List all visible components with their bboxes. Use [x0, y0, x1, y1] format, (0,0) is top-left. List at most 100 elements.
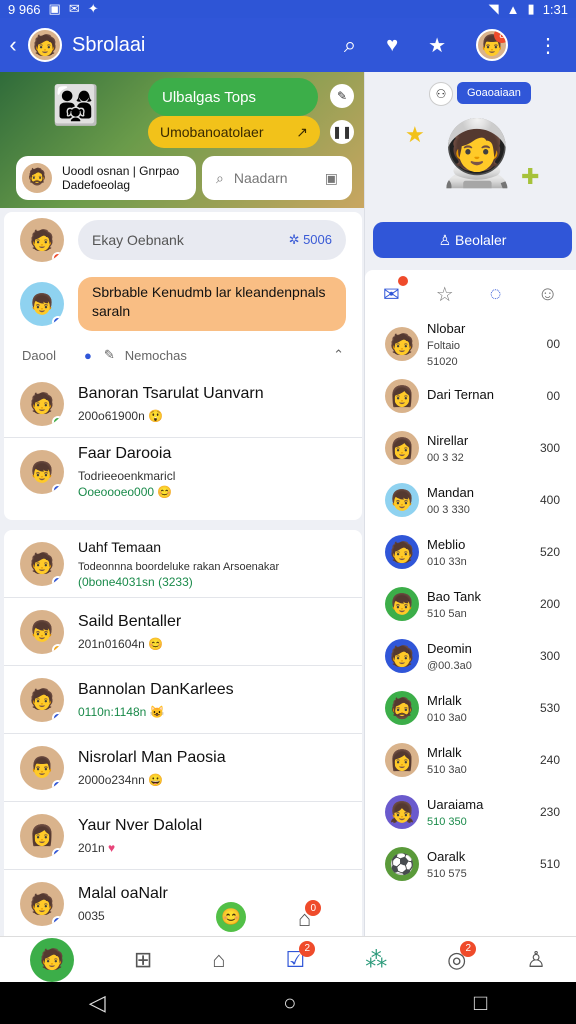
- send-action-label: 5006: [303, 232, 332, 247]
- heart-icon[interactable]: ♥: [386, 34, 398, 57]
- recents-square-icon[interactable]: □: [474, 990, 487, 1016]
- contact-name: Bannolan DanKarlees: [78, 680, 234, 698]
- face-icon: 🧑: [39, 949, 65, 971]
- contact-name: Uahf Temaan: [78, 538, 162, 555]
- back-triangle-icon[interactable]: ◁: [89, 990, 106, 1016]
- battery-icon: ▮: [527, 1, 535, 16]
- friend-avatar: 👧: [385, 795, 419, 829]
- friend-row[interactable]: 👧 Uaraiama 510 350 230: [365, 786, 576, 838]
- friend-count: 520: [539, 545, 560, 559]
- back-button[interactable]: ‹: [2, 32, 24, 58]
- friend-row[interactable]: 🧑 Meblio 010 33n 520: [365, 526, 576, 578]
- nav-badge: 2: [299, 940, 316, 957]
- tab-chat-icon[interactable]: ◌: [490, 283, 502, 306]
- emoji-icon: 😊: [157, 485, 173, 499]
- friend-count: 300: [539, 441, 560, 455]
- chevron-up-icon[interactable]: ⌃: [333, 347, 344, 363]
- list-item[interactable]: 👩 Yaur Nver Dalolal 201n ♥: [4, 802, 362, 870]
- friend-count: 300: [539, 649, 560, 663]
- tab-star-icon[interactable]: ☆: [436, 282, 454, 307]
- face-icon: 🧑: [389, 541, 415, 564]
- target-icon[interactable]: ◎ 2: [447, 940, 477, 973]
- right-panel: ⚇ Goaoaiaan 🧑‍🚀 ★ ✚ ♙ Beolaler ✉ ☆ ◌ ☺ 🧑…: [364, 72, 576, 936]
- filter-icon[interactable]: ⚇: [429, 82, 453, 106]
- friend-sub: 510 5an: [427, 607, 467, 620]
- person-icon[interactable]: ♙: [526, 947, 546, 973]
- emoji-fab-icon[interactable]: 😊: [216, 902, 246, 932]
- friend-row[interactable]: 🧔 Mrlalk 010 3a0 530: [365, 682, 576, 734]
- star-icon[interactable]: ★: [428, 33, 446, 58]
- list-item[interactable]: 👦 Saild Bentaller 201n01604n 😊: [4, 598, 362, 666]
- message-placeholder: Ekay Oebnank: [92, 232, 184, 248]
- card-line2: Dadefoeolag: [62, 178, 131, 192]
- list-item[interactable]: 🧑 Uahf Temaan Todeonnna boordeluke rakan …: [4, 530, 362, 598]
- section-label-2: Nemochas: [124, 347, 187, 363]
- contact-tag-text: Ooeoooeo000: [78, 485, 155, 499]
- contact-name: Nisrolarl Man Paosia: [78, 748, 226, 766]
- friend-row[interactable]: 👦 Mandan 00 3 330 400: [365, 474, 576, 526]
- contact-avatar: 👦: [20, 450, 64, 494]
- pin-icon[interactable]: ✎: [330, 84, 354, 108]
- system-nav: ◁ ○ □: [0, 982, 576, 1024]
- notif-badge: 8: [494, 31, 506, 43]
- list-item[interactable]: 🧑 Bannolan DanKarlees 0110n:1148n 😺: [4, 666, 362, 734]
- friend-name: Meblio: [427, 536, 466, 552]
- face-icon: 🧑: [389, 645, 415, 668]
- banner-pill-action[interactable]: Umobanoatolaer ↗: [148, 116, 320, 148]
- profile-avatar[interactable]: 👨 8: [476, 29, 508, 61]
- heart-icon: ♥: [108, 840, 116, 855]
- list-item[interactable]: 🧑 Malal oaNalr 0035 😊 ⌂ 0: [4, 870, 362, 936]
- status-dot: [52, 316, 64, 326]
- chat-card: 🧑 Ekay Oebnank ✲ 5006 👦 Sbrbable Kenudmb …: [4, 212, 362, 520]
- more-icon[interactable]: ⋮: [538, 33, 558, 58]
- banner-info-card[interactable]: 🧔 Uoodl osnan | Gnrpao Dadefoeolag: [16, 156, 196, 200]
- friend-count: 530: [539, 701, 560, 715]
- friend-row[interactable]: 👩 Mrlalk 510 3a0 240: [365, 734, 576, 786]
- chat-avatar[interactable]: 🧑: [20, 218, 64, 262]
- list-item[interactable]: 👦 Faar Darooia Todrieeoenkmaricl Ooeoooeo0…: [4, 438, 362, 506]
- nav-profile-avatar[interactable]: 🧑: [29, 937, 74, 982]
- contact-list: 🧑 Uahf Temaan Todeonnna boordeluke rakan …: [4, 530, 362, 936]
- contact-sub-text: 201n: [78, 840, 105, 855]
- friend-row[interactable]: 🧑 Deomin @00.3a0 300: [365, 630, 576, 682]
- contact-avatar: 🧑: [20, 381, 64, 426]
- banner-pill-top[interactable]: Ulbalgas Tops: [148, 78, 318, 116]
- status-dot: [52, 847, 64, 858]
- tab-messages-icon[interactable]: ✉: [383, 275, 408, 307]
- friend-name: Mrlalk: [427, 744, 462, 760]
- message-input[interactable]: Ekay Oebnank ✲ 5006: [78, 220, 346, 260]
- friend-avatar: 🧑: [385, 535, 419, 569]
- face-icon: 👦: [29, 293, 55, 316]
- face-icon: 👦: [389, 593, 415, 616]
- search-icon[interactable]: ⌕: [344, 32, 356, 58]
- contact-sub: 200o61900n 😲: [78, 409, 264, 423]
- friend-row[interactable]: ⚽ Oaralk 510 575 510: [365, 838, 576, 890]
- list-item[interactable]: 🧑 Banoran Tsarulat Uanvarn 200o61900n 😲: [4, 370, 362, 438]
- contact-sub-text: 200o61900n: [78, 408, 145, 423]
- mascot-icon: 🧑‍🚀: [437, 117, 517, 189]
- friend-row[interactable]: 🧑 Nlobar Foltaio 51020 00: [365, 318, 576, 370]
- friend-row[interactable]: 👩 Dari Ternan 00: [365, 370, 576, 422]
- avatar[interactable]: 🧑: [28, 28, 62, 62]
- banner-search-card[interactable]: ⌕ Naadarn ▣: [202, 156, 352, 200]
- friend-avatar: ⚽: [385, 847, 419, 881]
- pause-icon[interactable]: ❚❚: [330, 120, 354, 144]
- message-bubble[interactable]: Sbrbable Kenudmb lar kleandenpnals saral…: [78, 277, 346, 331]
- friend-avatar: 👦: [385, 587, 419, 621]
- list-item[interactable]: 👨 Nisrolarl Man Paosia 2000o234nn 😀: [4, 734, 362, 802]
- friend-row[interactable]: 👦 Bao Tank 510 5an 200: [365, 578, 576, 630]
- shop-icon[interactable]: ⌂: [212, 947, 225, 973]
- primary-button[interactable]: ♙ Beolaler: [373, 222, 572, 258]
- wifi-icon: ◥: [488, 1, 499, 16]
- home-circle-icon[interactable]: ○: [283, 990, 296, 1016]
- tab-people-icon[interactable]: ☺: [538, 283, 558, 306]
- send-action[interactable]: ✲ 5006: [289, 232, 332, 248]
- groups-icon[interactable]: ⁂: [365, 947, 387, 973]
- check-icon[interactable]: ☑ 2: [286, 940, 316, 973]
- chat-avatar[interactable]: 👦: [20, 282, 64, 326]
- home-icon[interactable]: ⌂ 0: [298, 900, 322, 932]
- friend-row[interactable]: 👩 Nirellar 00 3 32 300: [365, 422, 576, 474]
- status-dot: [52, 711, 64, 722]
- gallery-icon[interactable]: ⊞: [134, 947, 152, 973]
- mail-icon: ✉: [68, 1, 80, 16]
